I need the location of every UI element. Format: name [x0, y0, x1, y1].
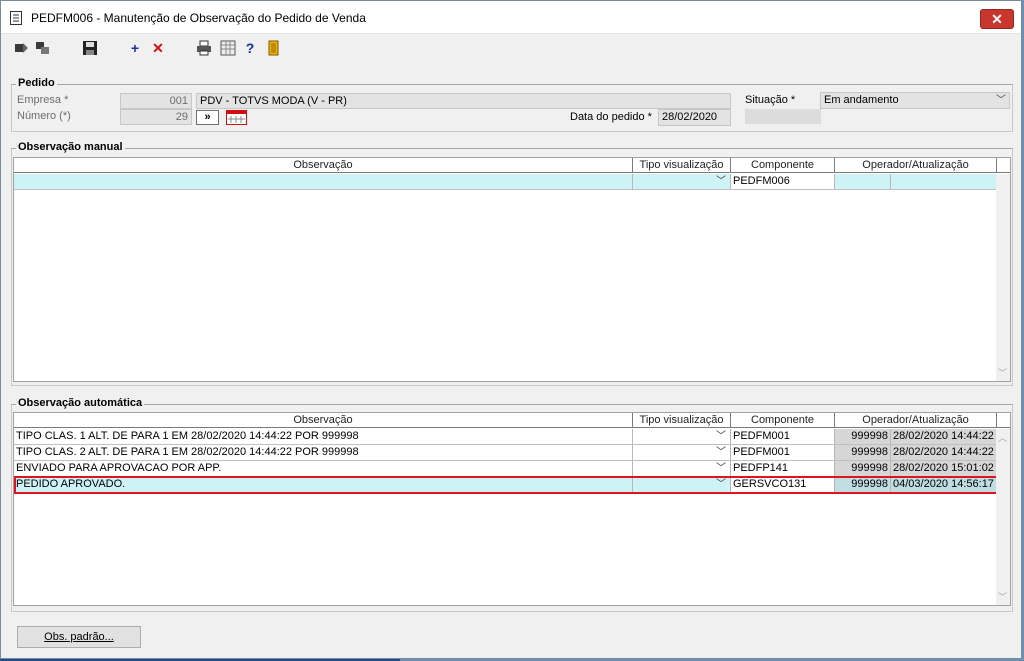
observacao-automatica-grid: Observação Tipo visualização Componente … [13, 412, 1011, 606]
observacao-manual-grid: Observação Tipo visualização Componente … [13, 157, 1011, 382]
document-icon [10, 11, 22, 25]
cell-atualizacao: 28/02/2020 14:44:22 [891, 445, 997, 461]
cell-operador: 999998 [835, 461, 891, 477]
empresa-name-field[interactable]: PDV - TOTVS MODA (V - PR) [196, 93, 731, 109]
situacao-extra [745, 109, 821, 124]
cell-componente: PEDFP141 [731, 461, 835, 477]
cell-componente: GERSVCO131 [731, 477, 835, 493]
cell-tipo[interactable]: ﹀ [633, 461, 731, 477]
col-observacao[interactable]: Observação [14, 158, 633, 173]
table-row[interactable]: ENVIADO PARA APROVACAO POR APP. ﹀ PEDFP1… [14, 461, 997, 477]
cell-operador: 999998 [835, 429, 891, 445]
title-bar: PEDFM006 - Manutenção de Observação do P… [1, 1, 1021, 34]
cell-atualizacao: 04/03/2020 14:56:17 [891, 477, 997, 493]
chevron-down-icon: ﹀ [716, 431, 726, 442]
toolbar: + ✕ ? [1, 35, 1021, 61]
situacao-label: Situação * [745, 94, 796, 106]
cell-observacao[interactable]: ENVIADO PARA APROVACAO POR APP. [14, 461, 633, 477]
cell-atualizacao: 28/02/2020 14:44:22 [891, 429, 997, 445]
table-row-selected[interactable]: PEDIDO APROVADO. ﹀ GERSVCO131 999998 04/… [14, 477, 997, 493]
cell-operador [835, 174, 891, 190]
main-window: PEDFM006 - Manutenção de Observação do P… [0, 0, 1022, 659]
col-operador-atualizacao[interactable]: Operador/Atualização [835, 158, 997, 173]
cell-observacao[interactable]: TIPO CLAS. 2 ALT. DE PARA 1 EM 28/02/202… [14, 445, 633, 461]
calendar-icon[interactable] [226, 110, 247, 125]
col-componente[interactable]: Componente [731, 158, 835, 173]
data-pedido-label: Data do pedido * [570, 111, 652, 123]
observacao-automatica-title: Observação automática [16, 397, 145, 409]
col-operador-atualizacao[interactable]: Operador/Atualização [835, 413, 997, 428]
cell-observacao[interactable]: TIPO CLAS. 1 ALT. DE PARA 1 EM 28/02/202… [14, 429, 633, 445]
numero-field[interactable]: 29 [120, 109, 192, 125]
delete-icon[interactable]: ✕ [149, 39, 167, 57]
save-icon[interactable] [81, 39, 99, 57]
cell-tipo[interactable]: ﹀ [633, 445, 731, 461]
table-row[interactable]: ﹀ PEDFM006 [14, 174, 997, 190]
cell-tipo[interactable]: ﹀ [633, 477, 731, 493]
chevron-down-icon: ﹀ [716, 479, 726, 490]
situacao-select[interactable]: Em andamento ﹀ [820, 92, 1010, 109]
cell-componente: PEDFM001 [731, 429, 835, 445]
cell-atualizacao: 28/02/2020 15:01:02 [891, 461, 997, 477]
cell-tipo[interactable]: ﹀ [633, 174, 731, 190]
first-record-icon[interactable] [13, 39, 31, 57]
chevron-down-icon: ﹀ [716, 463, 726, 474]
chevron-down-icon: ﹀ [716, 176, 726, 187]
cell-atualizacao [891, 174, 997, 190]
table-row[interactable]: TIPO CLAS. 2 ALT. DE PARA 1 EM 28/02/202… [14, 445, 997, 461]
grid-header: Observação Tipo visualização Componente … [14, 413, 1010, 428]
scroll-down-icon[interactable]: ﹀ [998, 590, 1007, 603]
table-row[interactable]: TIPO CLAS. 1 ALT. DE PARA 1 EM 28/02/202… [14, 429, 997, 445]
cell-componente: PEDFM006 [731, 174, 835, 190]
cell-componente: PEDFM001 [731, 445, 835, 461]
cell-operador: 999998 [835, 445, 891, 461]
cell-tipo[interactable]: ﹀ [633, 429, 731, 445]
grid-header: Observação Tipo visualização Componente … [14, 158, 1010, 173]
chevron-down-icon: ﹀ [996, 95, 1006, 106]
observacao-manual-title: Observação manual [16, 141, 125, 153]
navigate-icon[interactable] [34, 39, 52, 57]
obs-padrao-button[interactable]: Obs. padrão... [17, 626, 141, 648]
calculator-icon[interactable] [219, 39, 237, 57]
scroll-down-icon[interactable]: ﹀ [998, 366, 1007, 379]
cell-observacao[interactable]: PEDIDO APROVADO. [14, 477, 633, 493]
chevron-down-icon: ﹀ [716, 447, 726, 458]
obs-padrao-label: Obs. padrão... [44, 631, 114, 643]
vertical-scrollbar[interactable]: ﹀ [996, 174, 1010, 381]
help-icon[interactable]: ? [241, 39, 259, 57]
window-title: PEDFM006 - Manutenção de Observação do P… [31, 11, 366, 25]
vertical-scrollbar[interactable]: ︿ ﹀ [996, 429, 1010, 605]
next-button[interactable]: » [196, 110, 219, 125]
pedido-title: Pedido [16, 77, 57, 89]
empresa-code-field[interactable]: 001 [120, 93, 192, 109]
col-observacao[interactable]: Observação [14, 413, 633, 428]
data-pedido-field[interactable]: 28/02/2020 [658, 109, 731, 126]
exit-icon[interactable] [265, 39, 283, 57]
close-button[interactable]: ✕ [980, 9, 1014, 29]
scroll-up-icon[interactable]: ︿ [998, 431, 1007, 444]
add-icon[interactable]: + [126, 39, 144, 57]
numero-label: Número (*) [17, 110, 71, 122]
print-icon[interactable] [195, 39, 213, 57]
col-componente[interactable]: Componente [731, 413, 835, 428]
col-tipo-visualizacao[interactable]: Tipo visualização [633, 158, 731, 173]
col-tipo-visualizacao[interactable]: Tipo visualização [633, 413, 731, 428]
cell-observacao[interactable] [14, 174, 633, 190]
situacao-value: Em andamento [824, 94, 899, 106]
cell-operador: 999998 [835, 477, 891, 493]
empresa-label: Empresa * [17, 94, 69, 106]
